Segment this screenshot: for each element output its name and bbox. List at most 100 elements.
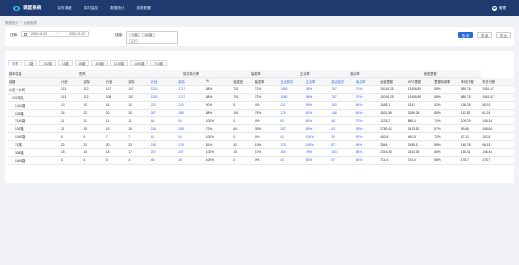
table-cell: 218 (149, 124, 178, 134)
table-cell: 113 (60, 85, 83, 94)
column-header[interactable]: % (204, 77, 233, 86)
table-cell: 10 (127, 101, 150, 110)
column-header[interactable]: 车均行程 (459, 77, 482, 86)
table-cell: 787 (330, 85, 355, 94)
table-row[interactable]: 1040路 6 6 7 7 41 41 100% 0 0% 41 100% 29 90% 460.8 460.… (8, 132, 514, 142)
table-cell: 84 (177, 116, 205, 126)
reset-button[interactable]: 重 置 (477, 32, 492, 38)
table-cell: 83% (433, 101, 460, 110)
date-range-separator: ~ (57, 32, 59, 36)
table-cell: 7 (127, 132, 150, 142)
table-cell: 86% (354, 101, 380, 110)
table-cell: 70% (354, 85, 380, 94)
column-header[interactable]: 计划 (60, 77, 83, 86)
table-cell: 48 (330, 116, 355, 126)
nav-item-realtime-dispatch[interactable]: 实时调度 (57, 6, 71, 11)
table-cell: 19 (127, 124, 150, 134)
tab-route[interactable]: 13路 (57, 60, 73, 66)
nav-item-statistics[interactable]: 数据统计 (110, 6, 124, 11)
column-header[interactable]: 实际 (82, 77, 105, 86)
table-cell: 0 (232, 132, 254, 142)
tab-route[interactable]: 28路 (74, 60, 90, 66)
table-cell: 74% (433, 116, 460, 126)
table-cell: 4 (127, 156, 150, 165)
line-tag[interactable]: 102路 (142, 33, 155, 37)
user-name: 管理 (498, 5, 506, 10)
report-panel: 总表 1路 102路 13路 28路 308路 1218路 1406路 714路 基本信息 配车… (5, 51, 514, 183)
table-cell: 22 (60, 140, 83, 150)
table-cell: 107 (104, 85, 128, 94)
group-header-vehicles: 配车 (60, 70, 105, 78)
column-header[interactable]: 准点班次 (330, 77, 355, 86)
table-cell: 0 (232, 116, 254, 126)
column-header[interactable]: 里程利用率 (433, 77, 460, 86)
line-multi-select[interactable]: 71路 102路 + 7 (126, 31, 178, 44)
report-table: 基本信息 配车 班次执行率 始发率 正点率 准点率 营收里程 线路 计划 实际 计划实… (8, 70, 514, 165)
tab-route[interactable]: 102路 (39, 60, 56, 66)
table-cell: 39% (253, 124, 280, 134)
table-cell: 80% (304, 116, 331, 126)
column-header[interactable]: 正点班次 (279, 77, 305, 86)
column-header[interactable]: 实际 (127, 77, 150, 86)
column-header[interactable]: 车日行程 (481, 77, 514, 86)
group-header-mileage: 营收里程 (379, 70, 482, 78)
app-logo[interactable]: 调度系统 (13, 5, 41, 11)
column-header[interactable]: 始发率 (253, 77, 280, 86)
table-cell: 18 (104, 148, 128, 157)
table-cell: 81% (204, 140, 233, 150)
tab-route[interactable]: 1路 (24, 60, 38, 66)
table-row[interactable]: 101车队 113 112 108 107 1251 1717 88% 701 72% 1080 58… (8, 93, 514, 102)
table-row[interactable]: 102路 21 19 19 19 218 158 72% 64 39% 157 89% 63 39% 278… (8, 124, 514, 134)
search-button[interactable]: 查 询 (458, 32, 473, 38)
column-header[interactable]: GPS里程 (406, 77, 434, 86)
column-header[interactable]: 运营里程 (379, 77, 407, 86)
table-cell: 13458.89 (406, 85, 434, 94)
table-cell: 64% (354, 156, 380, 165)
table-row[interactable]: 1310路 10 10 16 10 223 210 90% 8 4% 211 99% 183 86% 168… (8, 101, 514, 110)
table-cell: 163 (330, 148, 355, 157)
table-cell: 108 (104, 93, 128, 102)
column-header[interactable]: 正点率 (304, 77, 331, 86)
table-cell: 75% (304, 148, 331, 157)
table-cell: 107 (127, 85, 150, 94)
column-header[interactable]: 准点率 (354, 77, 380, 86)
tab-route[interactable]: 1406路 (130, 60, 149, 66)
tab-route[interactable]: 308路 (91, 60, 108, 66)
table-cell: 72% (253, 93, 280, 102)
row-line-name: 308路 (8, 148, 61, 157)
table-cell: 6 (82, 132, 105, 142)
table-row[interactable]: 1406路 4 4 5 4 48 48 100% 0 0% 43 90% 57 64% 714.4 704.4… (8, 156, 514, 165)
line-tag[interactable]: 71路 (129, 33, 141, 37)
column-header[interactable]: 计划 (104, 77, 128, 86)
nav-item-realtime-monitor[interactable]: 实时监控 (84, 6, 98, 11)
tab-route[interactable]: 1218路 (109, 60, 129, 66)
line-tag-more[interactable]: + 7 (129, 39, 139, 43)
table-row[interactable]: 126路 24 22 20 20 267 188 88% 161 75% 175 82% 148 60% 3… (8, 109, 514, 118)
table-row[interactable]: 71路 22 22 20 20 218 178 81% 42 19% 170 100% 87 48% 284… (8, 140, 514, 150)
table-row[interactable]: 308路 18 18 18 17 207 207 100% 15 10% 160 75% 163 68% 2… (8, 148, 514, 157)
table-cell: 99% (304, 101, 331, 110)
column-header[interactable]: 始发班 (232, 77, 254, 86)
user-menu[interactable]: 管理 (491, 5, 506, 11)
column-header[interactable]: 实际 (177, 77, 205, 86)
table-cell: 10 (60, 101, 83, 110)
table-cell: 88% (433, 109, 460, 118)
breadcrumb-parent[interactable]: 数据统计 (5, 20, 19, 25)
table-cell: 20 (127, 109, 150, 118)
tab-route[interactable]: 总表 (8, 60, 23, 66)
logo-icon (13, 5, 20, 11)
table-cell: 20 (104, 140, 128, 150)
table-row[interactable]: 公交一公司 113 112 107 107 1251 1717 88% 701 72% 1080 58… (8, 85, 514, 94)
nav-item-settings[interactable]: 参数配置 (137, 6, 151, 11)
column-header[interactable]: 线路 (8, 77, 61, 86)
tab-route[interactable]: 714路 (150, 60, 167, 66)
date-range-picker[interactable]: 2020-11-02 ~ 2020-11-02 (21, 31, 89, 37)
filter-panel: 日期： 2020-11-02 ~ 2020-11-02 线路： 71路 102路… (5, 27, 514, 46)
table-row[interactable]: 7140路 11 11 11 11 84 84 100% 0 0% 63 80% 48 72% 1233.2… (8, 116, 514, 126)
table-cell: 6 (60, 132, 83, 142)
table-cell: 16 (104, 101, 128, 110)
table-cell: 138.38 (459, 101, 482, 110)
table-cell: 87 (330, 140, 355, 150)
export-button[interactable]: 导 出 (496, 32, 511, 38)
column-header[interactable]: 计划 (149, 77, 178, 86)
